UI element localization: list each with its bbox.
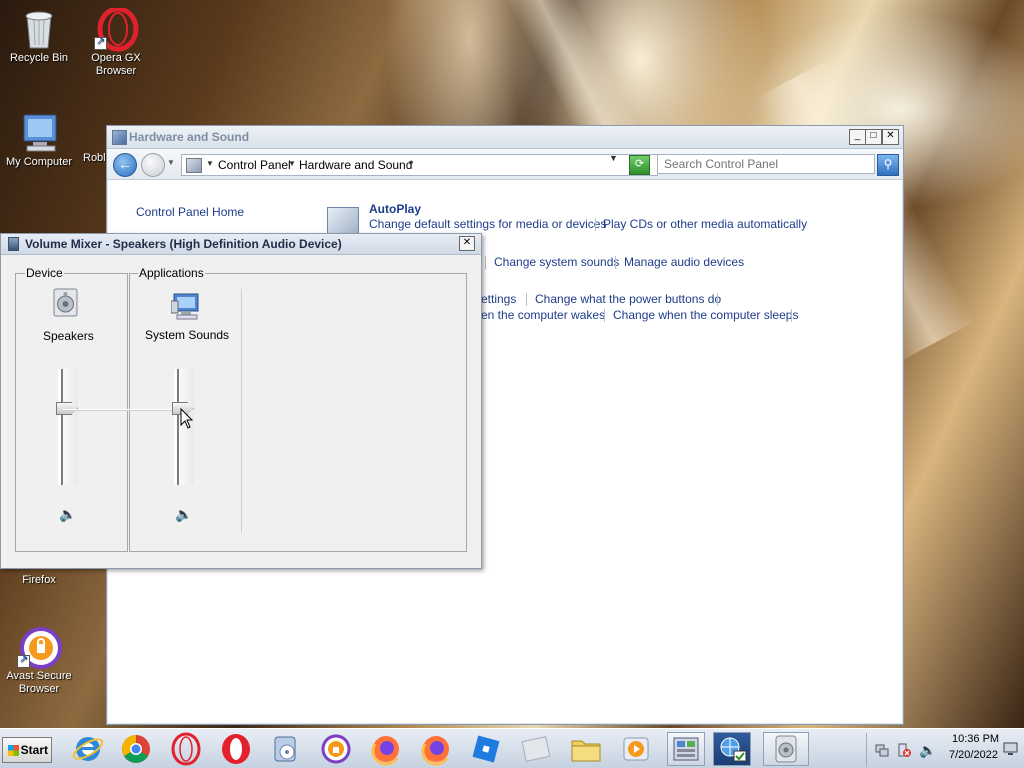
start-button[interactable]: Start [2,737,52,763]
control-panel-icon [186,158,202,173]
opera-gx-icon [94,6,139,52]
media-player-icon[interactable] [267,732,305,766]
avast-browser-icon [17,626,62,669]
network-tray-icon[interactable] [875,743,889,757]
link-change-default-media[interactable]: Change default settings for media or dev… [369,217,606,231]
history-dropdown[interactable]: ▼ [167,158,175,167]
link-separator [791,309,792,322]
link-power-settings[interactable]: ettings [481,292,516,306]
slider-track [61,369,63,485]
desktop-icon-roblox[interactable]: Robl [60,112,106,165]
show-desktop-icon[interactable] [1003,741,1019,757]
back-button[interactable]: ← [113,153,137,177]
windows-logo-icon [8,745,19,756]
app-mute-button[interactable]: 🔈 [175,506,193,522]
link-power-buttons[interactable]: Change what the power buttons do [535,292,721,306]
taskbar: Start 🔈 [0,728,1024,768]
start-label: Start [20,743,48,757]
app-name: System Sounds [145,328,230,342]
desktop-icon-opera-gx[interactable]: Opera GX Browser [77,6,155,78]
device-group-label: Device [25,266,64,280]
control-panel-icon [112,130,127,145]
divider [241,289,242,533]
video-player-icon[interactable] [617,732,655,766]
breadcrumb-hardware-and-sound[interactable]: Hardware and Sound [299,158,412,172]
refresh-button[interactable]: ⟳ [629,155,650,175]
link-wake-password[interactable]: en the computer wakes [481,308,605,322]
chevron-down-icon[interactable]: ▼ [288,159,296,168]
desktop-icon-firefox[interactable]: Firefox [0,574,78,587]
link-separator [717,293,718,306]
link-separator [595,218,596,231]
volume-mixer-titlebar[interactable]: Volume Mixer - Speakers (High Definition… [1,234,481,255]
breadcrumb-control-panel[interactable]: Control Panel [218,158,291,172]
network-icon[interactable] [713,732,751,766]
link-separator [485,256,486,269]
link-separator [615,256,616,269]
link-play-cds[interactable]: Play CDs or other media automatically [603,217,807,231]
chevron-down-icon[interactable]: ▼ [206,159,214,168]
autoplay-title[interactable]: AutoPlay [369,202,421,216]
avast-browser-icon[interactable] [317,732,355,766]
link-change-system-sounds[interactable]: Change system sounds [494,255,619,269]
chrome-icon[interactable] [117,732,155,766]
system-tray: 🔈 [866,733,1023,767]
internet-explorer-icon[interactable] [69,732,107,766]
desktop-icon-label: Recycle Bin [9,52,69,64]
search-input[interactable] [657,154,875,174]
clock-date[interactable]: 7/20/2022 [949,749,998,761]
volume-mixer-icon[interactable] [763,732,809,766]
speaker-icon [8,237,19,251]
chevron-down-icon[interactable]: ▼ [407,159,415,168]
address-bar: ← ▼ ▼ Control Panel ▼ Hardware and Sound… [107,149,903,180]
applications-group-label: Applications [138,266,205,280]
shortcut-arrow-icon [94,35,107,50]
close-button[interactable]: ✕ [459,236,475,251]
clock-time[interactable]: 10:36 PM [952,733,999,745]
desktop-icon-label: Firefox [22,574,56,586]
desktop-icon-recycle-bin[interactable]: Recycle Bin [0,8,78,65]
maximize-button[interactable]: □ [865,129,882,145]
action-center-icon[interactable] [897,743,911,757]
close-button[interactable]: ✕ [882,129,899,145]
search-icon[interactable]: ⚲ [877,154,899,176]
firefox-icon[interactable] [367,732,405,766]
desktop-icon-label: Robl [83,152,106,164]
blank-app-icon[interactable] [517,732,555,766]
opera-gx-icon[interactable] [167,732,205,766]
shortcut-arrow-icon [17,653,30,668]
minimize-button[interactable]: _ [849,129,866,145]
volume-mixer-title: Volume Mixer - Speakers (High Definition… [25,237,342,251]
link-separator [526,293,527,306]
window-titlebar[interactable]: Hardware and Sound _ □ ✕ [107,126,903,149]
opera-icon[interactable] [217,732,255,766]
forward-button[interactable] [141,153,165,177]
slider-track [177,369,179,485]
device-name: Speakers [43,329,94,343]
window-title: Hardware and Sound [129,130,250,144]
address-dropdown[interactable]: ▼ [609,153,618,163]
control-panel-icon[interactable] [667,732,705,766]
volume-mixer-window: Volume Mixer - Speakers (High Definition… [0,233,482,569]
breadcrumb[interactable]: ▼ Control Panel ▼ Hardware and Sound ▼ [181,154,658,176]
device-volume-slider[interactable] [58,369,78,485]
link-separator [604,309,605,322]
roblox-icon[interactable] [467,732,505,766]
speakers-icon[interactable] [52,288,80,318]
volume-link-line [63,409,181,411]
desktop-icon-label: Avast Secure Browser [6,670,72,695]
recycle-bin-icon [19,8,59,49]
link-computer-sleeps[interactable]: Change when the computer sleeps [613,308,798,322]
volume-tray-icon[interactable]: 🔈 [919,742,936,759]
firefox-alt-icon[interactable] [417,732,455,766]
system-sounds-icon[interactable] [170,291,199,321]
device-mute-button[interactable]: 🔈 [59,506,77,522]
desktop-icon-label: Opera GX Browser [91,52,141,77]
desktop-icon-avast[interactable]: Avast Secure Browser [0,626,78,696]
control-panel-home-link[interactable]: Control Panel Home [136,205,244,219]
mouse-cursor-icon [180,408,194,429]
folder-icon[interactable] [567,732,605,766]
my-computer-icon [19,112,59,152]
link-manage-audio-devices[interactable]: Manage audio devices [624,255,744,269]
